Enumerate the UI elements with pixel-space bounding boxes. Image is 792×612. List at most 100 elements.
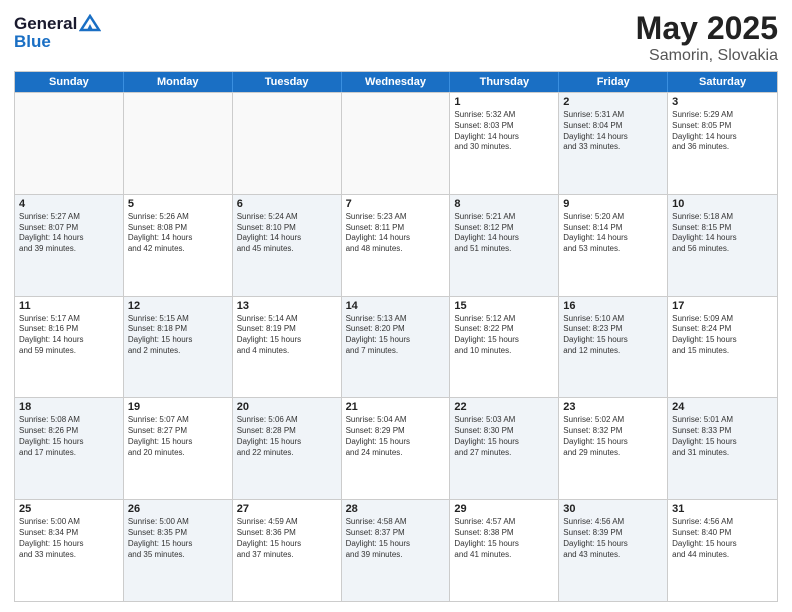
cell-info: Sunrise: 5:04 AM Sunset: 8:29 PM Dayligh… xyxy=(346,415,446,458)
cell-info: Sunrise: 5:07 AM Sunset: 8:27 PM Dayligh… xyxy=(128,415,228,458)
calendar-cell-r2c0: 11 Sunrise: 5:17 AM Sunset: 8:16 PM Dayli… xyxy=(15,297,124,398)
cell-info: Sunrise: 4:56 AM Sunset: 8:40 PM Dayligh… xyxy=(672,517,773,560)
day-number: 22 xyxy=(454,401,554,413)
cell-info: Sunrise: 5:14 AM Sunset: 8:19 PM Dayligh… xyxy=(237,314,337,357)
calendar-body: 1Sunrise: 5:32 AM Sunset: 8:03 PM Daylig… xyxy=(15,92,777,601)
cell-info: Sunrise: 5:20 AM Sunset: 8:14 PM Dayligh… xyxy=(563,212,663,255)
cell-info: Sunrise: 5:13 AM Sunset: 8:20 PM Dayligh… xyxy=(346,314,446,357)
day-number: 19 xyxy=(128,401,228,413)
day-number: 2 xyxy=(563,96,663,108)
header-sunday: Sunday xyxy=(15,72,124,92)
cell-info: Sunrise: 4:57 AM Sunset: 8:38 PM Dayligh… xyxy=(454,517,554,560)
day-number: 31 xyxy=(672,503,773,515)
calendar-cell-r4c1: 26 Sunrise: 5:00 AM Sunset: 8:35 PM Dayli… xyxy=(124,500,233,601)
calendar-cell-r3c5: 23Sunrise: 5:02 AM Sunset: 8:32 PM Dayli… xyxy=(559,398,668,499)
cell-info: Sunrise: 4:58 AM Sunset: 8:37 PM Dayligh… xyxy=(346,517,446,560)
day-number: 27 xyxy=(237,503,337,515)
calendar-cell-r1c2: 6 Sunrise: 5:24 AM Sunset: 8:10 PM Daylig… xyxy=(233,195,342,296)
day-number: 7 xyxy=(346,198,446,210)
cell-info: Sunrise: 5:24 AM Sunset: 8:10 PM Dayligh… xyxy=(237,212,337,255)
calendar-row-1: 4Sunrise: 5:27 AM Sunset: 8:07 PM Daylig… xyxy=(15,194,777,296)
calendar-cell-r3c3: 21Sunrise: 5:04 AM Sunset: 8:29 PM Dayli… xyxy=(342,398,451,499)
logo-general-text: General xyxy=(14,14,77,34)
day-number: 20 xyxy=(237,401,337,413)
day-number: 26 xyxy=(128,503,228,515)
logo: General Blue xyxy=(14,14,101,52)
day-number: 5 xyxy=(128,198,228,210)
cell-info: Sunrise: 5:01 AM Sunset: 8:33 PM Dayligh… xyxy=(672,415,773,458)
day-number: 12 xyxy=(128,300,228,312)
calendar-cell-r4c5: 30 Sunrise: 4:56 AM Sunset: 8:39 PM Dayli… xyxy=(559,500,668,601)
cell-info: Sunrise: 5:17 AM Sunset: 8:16 PM Dayligh… xyxy=(19,314,119,357)
calendar-cell-r4c6: 31 Sunrise: 4:56 AM Sunset: 8:40 PM Dayli… xyxy=(668,500,777,601)
logo-blue-text: Blue xyxy=(14,32,101,52)
day-number: 10 xyxy=(672,198,773,210)
calendar-header: Sunday Monday Tuesday Wednesday Thursday… xyxy=(15,72,777,92)
cell-info: Sunrise: 5:31 AM Sunset: 8:04 PM Dayligh… xyxy=(563,110,663,153)
day-number: 11 xyxy=(19,300,119,312)
header-saturday: Saturday xyxy=(668,72,777,92)
calendar-cell-r1c0: 4Sunrise: 5:27 AM Sunset: 8:07 PM Daylig… xyxy=(15,195,124,296)
calendar-row-4: 25Sunrise: 5:00 AM Sunset: 8:34 PM Dayli… xyxy=(15,499,777,601)
calendar-row-2: 11 Sunrise: 5:17 AM Sunset: 8:16 PM Dayli… xyxy=(15,296,777,398)
day-number: 28 xyxy=(346,503,446,515)
calendar-cell-r1c4: 8Sunrise: 5:21 AM Sunset: 8:12 PM Daylig… xyxy=(450,195,559,296)
title-block: May 2025 Samorin, Slovakia xyxy=(636,10,778,65)
cell-info: Sunrise: 5:23 AM Sunset: 8:11 PM Dayligh… xyxy=(346,212,446,255)
cell-info: Sunrise: 5:00 AM Sunset: 8:34 PM Dayligh… xyxy=(19,517,119,560)
calendar-cell-r3c4: 22 Sunrise: 5:03 AM Sunset: 8:30 PM Dayli… xyxy=(450,398,559,499)
calendar-cell-r3c0: 18Sunrise: 5:08 AM Sunset: 8:26 PM Dayli… xyxy=(15,398,124,499)
calendar: Sunday Monday Tuesday Wednesday Thursday… xyxy=(14,71,778,602)
header-monday: Monday xyxy=(124,72,233,92)
cell-info: Sunrise: 5:02 AM Sunset: 8:32 PM Dayligh… xyxy=(563,415,663,458)
calendar-cell-r2c3: 14Sunrise: 5:13 AM Sunset: 8:20 PM Dayli… xyxy=(342,297,451,398)
cell-info: Sunrise: 5:26 AM Sunset: 8:08 PM Dayligh… xyxy=(128,212,228,255)
calendar-cell-r1c1: 5 Sunrise: 5:26 AM Sunset: 8:08 PM Daylig… xyxy=(124,195,233,296)
calendar-row-0: 1Sunrise: 5:32 AM Sunset: 8:03 PM Daylig… xyxy=(15,92,777,194)
header-tuesday: Tuesday xyxy=(233,72,342,92)
cell-info: Sunrise: 4:59 AM Sunset: 8:36 PM Dayligh… xyxy=(237,517,337,560)
calendar-cell-r1c5: 9 Sunrise: 5:20 AM Sunset: 8:14 PM Daylig… xyxy=(559,195,668,296)
cell-info: Sunrise: 5:10 AM Sunset: 8:23 PM Dayligh… xyxy=(563,314,663,357)
calendar-cell-r2c1: 12Sunrise: 5:15 AM Sunset: 8:18 PM Dayli… xyxy=(124,297,233,398)
header: General Blue May 2025 Samorin, Slovakia xyxy=(14,10,778,65)
cell-info: Sunrise: 5:00 AM Sunset: 8:35 PM Dayligh… xyxy=(128,517,228,560)
day-number: 30 xyxy=(563,503,663,515)
calendar-cell-r4c4: 29Sunrise: 4:57 AM Sunset: 8:38 PM Dayli… xyxy=(450,500,559,601)
calendar-cell-r0c1 xyxy=(124,93,233,194)
calendar-cell-r1c3: 7 Sunrise: 5:23 AM Sunset: 8:11 PM Daylig… xyxy=(342,195,451,296)
day-number: 17 xyxy=(672,300,773,312)
calendar-cell-r3c1: 19 Sunrise: 5:07 AM Sunset: 8:27 PM Dayli… xyxy=(124,398,233,499)
calendar-cell-r0c4: 1Sunrise: 5:32 AM Sunset: 8:03 PM Daylig… xyxy=(450,93,559,194)
cell-info: Sunrise: 5:09 AM Sunset: 8:24 PM Dayligh… xyxy=(672,314,773,357)
calendar-cell-r2c2: 13Sunrise: 5:14 AM Sunset: 8:19 PM Dayli… xyxy=(233,297,342,398)
calendar-cell-r3c6: 24 Sunrise: 5:01 AM Sunset: 8:33 PM Dayli… xyxy=(668,398,777,499)
calendar-cell-r0c6: 3Sunrise: 5:29 AM Sunset: 8:05 PM Daylig… xyxy=(668,93,777,194)
header-wednesday: Wednesday xyxy=(342,72,451,92)
header-friday: Friday xyxy=(559,72,668,92)
calendar-cell-r0c0 xyxy=(15,93,124,194)
day-number: 3 xyxy=(672,96,773,108)
cell-info: Sunrise: 5:32 AM Sunset: 8:03 PM Dayligh… xyxy=(454,110,554,153)
calendar-cell-r4c0: 25Sunrise: 5:00 AM Sunset: 8:34 PM Dayli… xyxy=(15,500,124,601)
calendar-cell-r2c5: 16 Sunrise: 5:10 AM Sunset: 8:23 PM Dayli… xyxy=(559,297,668,398)
calendar-cell-r0c5: 2 Sunrise: 5:31 AM Sunset: 8:04 PM Daylig… xyxy=(559,93,668,194)
page: General Blue May 2025 Samorin, Slovakia … xyxy=(0,0,792,612)
calendar-cell-r2c4: 15Sunrise: 5:12 AM Sunset: 8:22 PM Dayli… xyxy=(450,297,559,398)
day-number: 8 xyxy=(454,198,554,210)
day-number: 9 xyxy=(563,198,663,210)
calendar-cell-r2c6: 17 Sunrise: 5:09 AM Sunset: 8:24 PM Dayli… xyxy=(668,297,777,398)
calendar-cell-r0c2 xyxy=(233,93,342,194)
cell-info: Sunrise: 4:56 AM Sunset: 8:39 PM Dayligh… xyxy=(563,517,663,560)
day-number: 18 xyxy=(19,401,119,413)
calendar-cell-r0c3 xyxy=(342,93,451,194)
header-thursday: Thursday xyxy=(450,72,559,92)
day-number: 6 xyxy=(237,198,337,210)
day-number: 16 xyxy=(563,300,663,312)
cell-info: Sunrise: 5:12 AM Sunset: 8:22 PM Dayligh… xyxy=(454,314,554,357)
cell-info: Sunrise: 5:18 AM Sunset: 8:15 PM Dayligh… xyxy=(672,212,773,255)
calendar-cell-r4c3: 28 Sunrise: 4:58 AM Sunset: 8:37 PM Dayli… xyxy=(342,500,451,601)
day-number: 24 xyxy=(672,401,773,413)
sub-title: Samorin, Slovakia xyxy=(636,47,778,65)
cell-info: Sunrise: 5:03 AM Sunset: 8:30 PM Dayligh… xyxy=(454,415,554,458)
